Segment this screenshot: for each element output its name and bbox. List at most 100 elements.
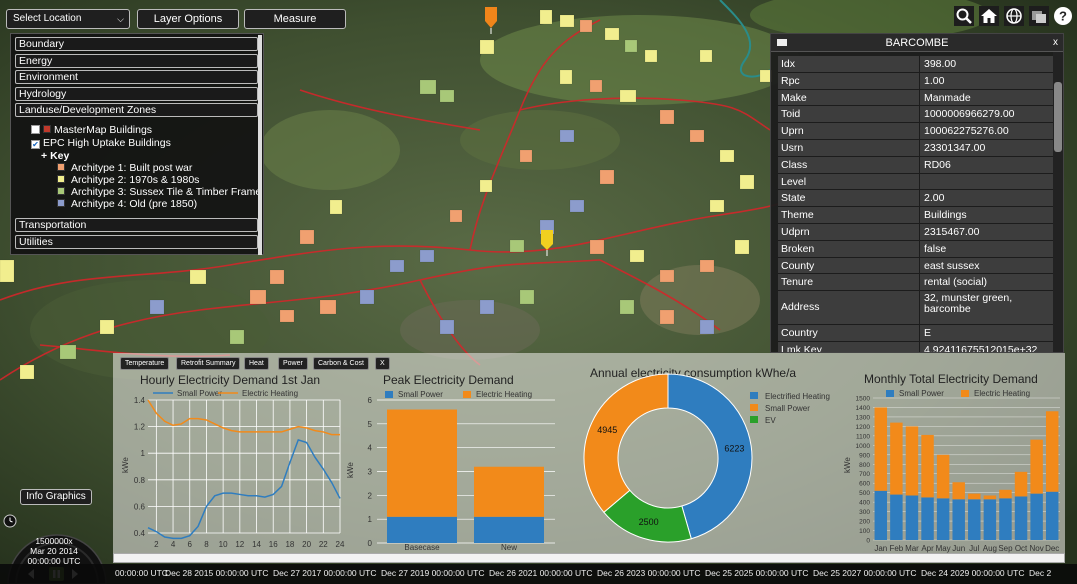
bar-segment <box>983 495 997 500</box>
attribute-value: 2.00 <box>920 190 1058 208</box>
layer-item-mastermap[interactable]: MasterMap Buildings <box>31 124 152 136</box>
mastermap-checkbox[interactable] <box>31 125 40 134</box>
attribute-row: Lmk Key 4.92411675512015e+32 <box>778 341 1058 352</box>
epc-checkbox[interactable]: ✔ <box>31 140 40 149</box>
tick-label: 1200 <box>856 424 871 431</box>
bar-segment <box>387 516 457 543</box>
layer-group-utilities[interactable]: Utilities <box>15 234 258 249</box>
attribute-row: Country E <box>778 325 1058 342</box>
layer-group-transportation[interactable]: Transportation <box>15 218 258 232</box>
attribute-row: State 2.00 <box>778 190 1058 208</box>
tick-label: 1000 <box>856 443 871 450</box>
legend-swatch <box>750 392 758 399</box>
layer-item-epc[interactable]: ✔ EPC High Uptake Buildings <box>31 137 171 149</box>
bar-segment <box>874 407 888 491</box>
bar-segment <box>1030 493 1043 540</box>
measure-button[interactable]: Measure <box>244 9 346 29</box>
key-label: Key <box>50 150 70 162</box>
attribute-value <box>920 173 1058 191</box>
close-icon[interactable]: x <box>1053 34 1058 52</box>
tick-label: 600 <box>859 481 870 488</box>
attribute-row: Toid 1000006966279.00 <box>778 106 1058 124</box>
timeline-scrubber[interactable] <box>113 553 1065 563</box>
key-item: Architype 3: Sussex Tile & Timber Frame <box>57 186 261 198</box>
tick-label: 14 <box>252 540 261 549</box>
attribute-key: County <box>778 257 920 275</box>
tick-label: 12 <box>235 540 244 549</box>
layer-group-environment[interactable]: Environment <box>15 70 258 84</box>
mastermap-label: MasterMap Buildings <box>54 124 153 136</box>
attribute-key: Class <box>778 156 920 174</box>
bar-segment <box>936 454 950 499</box>
globe-icon[interactable] <box>1004 6 1024 26</box>
chart-title: Hourly Electricity Demand 1st Jan <box>140 373 320 387</box>
attribute-value: 398.00 <box>920 56 1058 73</box>
category-label: Dec <box>1045 544 1059 553</box>
attribute-row: Broken false <box>778 240 1058 258</box>
attribute-value: RD06 <box>920 156 1058 174</box>
layers-icon[interactable] <box>1029 6 1049 26</box>
layer-group-hydrology[interactable]: Hydrology <box>15 86 258 101</box>
y-axis-label: kWe <box>346 462 355 478</box>
tick-label: 0.8 <box>134 476 146 485</box>
camera-icon[interactable] <box>777 39 787 46</box>
home-icon[interactable] <box>979 6 999 26</box>
attribute-row: Level <box>778 173 1058 191</box>
key-toggle[interactable]: + Key <box>41 150 69 162</box>
charts-canvas: Hourly Electricity Demand 1st Jan kWe 0.4 0… <box>121 366 1060 553</box>
attribute-key: Udprn <box>778 223 920 241</box>
attribute-row: Uprn 100062275276.00 <box>778 123 1058 140</box>
tick-label: 20 <box>302 540 311 549</box>
bar-segment <box>874 490 888 540</box>
layer-panel: Boundary Energy Environment Hydrology La… <box>10 33 264 255</box>
bar-segment <box>936 498 950 540</box>
attribute-row: Usrn 23301347.00 <box>778 139 1058 157</box>
clock-readout: 1500000x Mar 20 2014 00:00:00 UTC <box>26 536 82 566</box>
layer-group-energy[interactable]: Energy <box>15 53 258 68</box>
bar-segment <box>905 426 919 496</box>
bar-segment <box>968 499 981 540</box>
tick-label: 2 <box>154 540 159 549</box>
location-select[interactable]: Select Location ⌵ <box>6 9 130 29</box>
tick-label: 1 <box>368 515 373 524</box>
chart-title: Monthly Total Electricity Demand <box>864 372 1038 386</box>
archetype-swatch <box>57 199 65 207</box>
tick-label: 400 <box>859 500 870 507</box>
attribute-value: false <box>920 240 1058 258</box>
scrollbar-thumb[interactable] <box>1054 82 1062 152</box>
attribute-key: Level <box>778 173 920 191</box>
attribute-key: Lmk Key <box>778 341 920 352</box>
layer-options-button[interactable]: Layer Options <box>137 9 239 29</box>
tick-label: 0.6 <box>134 502 146 511</box>
timeline-label: Dec 26 2023 00:00:00 UTC <box>597 568 701 578</box>
attribute-row: Udprn 2315467.00 <box>778 223 1058 241</box>
timeline-label: Dec 27 2019 00:00:00 UTC <box>381 568 485 578</box>
attribute-value: E <box>920 325 1058 342</box>
tick-label: 6 <box>188 540 193 549</box>
attribute-panel-header: BARCOMBE x <box>771 34 1063 52</box>
legend-label: Small Power <box>765 404 810 413</box>
layer-group-boundary[interactable]: Boundary <box>15 37 258 51</box>
tick-label: 0 <box>866 538 870 545</box>
attribute-value: rental (social) <box>920 274 1058 292</box>
series-line <box>147 399 340 436</box>
settings-clock-icon[interactable] <box>3 514 17 528</box>
layer-panel-scrollbar[interactable] <box>258 35 262 255</box>
y-axis-label: kWe <box>121 457 130 473</box>
attribute-row: Theme Buildings <box>778 207 1058 224</box>
info-graphics-button[interactable]: Info Graphics <box>20 489 92 505</box>
help-icon[interactable]: ? <box>1053 6 1073 26</box>
attribute-panel-scrollbar[interactable] <box>1053 52 1063 352</box>
bar-segment <box>905 495 919 540</box>
attribute-value: 100062275276.00 <box>920 123 1058 140</box>
timeline[interactable]: 00:00:00 UTC Dec 28 2015 00:00:00 UTC De… <box>0 564 1077 584</box>
layer-group-landuse[interactable]: Landuse/Development Zones <box>15 103 258 117</box>
legend-label: Electrified Heating <box>765 392 830 401</box>
search-icon[interactable] <box>954 6 974 26</box>
chevron-down-icon: ⌵ <box>117 14 124 24</box>
attribute-key: State <box>778 190 920 208</box>
svg-text:?: ? <box>1059 9 1067 24</box>
pie-slice <box>583 373 669 513</box>
category-label: May <box>936 544 951 553</box>
bar-segment <box>474 466 544 517</box>
